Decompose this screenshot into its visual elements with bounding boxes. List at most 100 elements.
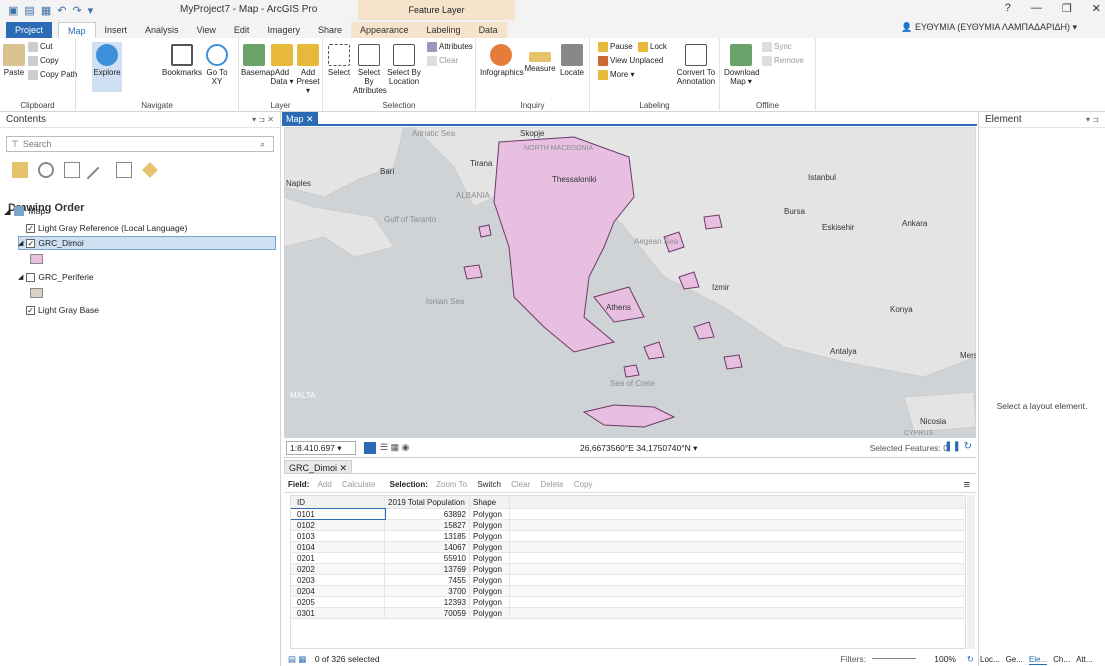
tab-insert[interactable]: Insert — [96, 22, 137, 38]
tab-geoprocessing[interactable]: Ge... — [1006, 655, 1023, 665]
convert-to-annotation-button[interactable]: Convert To Annotation — [674, 44, 718, 86]
navigation-tools-icon[interactable]: ☰ ▦ ◉ — [380, 442, 409, 453]
expand-icon[interactable]: ◢ — [18, 239, 23, 247]
user-account[interactable]: 👤 ΕΥΘΥΜΙΑ (ΕΥΘΥΜΙΑ ΛΑΜΠΑΔΑΡΙΔΗ) ▾ — [901, 22, 1077, 33]
cell-id[interactable]: 0201 — [291, 553, 385, 563]
table-zoom-level[interactable]: 100% — [934, 652, 956, 666]
remove-button[interactable]: Remove — [762, 56, 804, 66]
goto-xy-button[interactable]: Go To XY — [202, 44, 232, 86]
layer-checkbox[interactable]: ✓ — [26, 305, 35, 315]
periferie-symbol[interactable] — [30, 288, 43, 298]
table-row[interactable]: 0201 55910 Polygon — [291, 553, 965, 564]
drawing-order-icon[interactable] — [12, 162, 28, 178]
attribute-table-tab[interactable]: GRC_Dimoi ✕ — [284, 460, 353, 474]
column-header-shape[interactable]: Shape — [470, 496, 510, 508]
cell-shape[interactable]: Polygon — [470, 608, 510, 618]
map-view[interactable]: Adriatic Sea Skopje NORTH MACEDONIA Tira… — [284, 127, 976, 438]
copy-rows-button[interactable]: Copy — [574, 480, 593, 489]
copy-path-button[interactable]: Copy Path — [28, 70, 77, 80]
expand-icon[interactable]: ◢ — [18, 273, 23, 281]
expand-icon[interactable]: ◢ — [4, 206, 11, 217]
tab-chart[interactable]: Ch... — [1053, 655, 1070, 665]
layer-checkbox[interactable]: ✓ — [26, 223, 35, 233]
cell-population[interactable]: 63892 — [385, 509, 470, 519]
selected-features-count[interactable]: Selected Features: 0 — [870, 441, 948, 455]
column-header-population[interactable]: 2019 Total Population — [385, 496, 470, 508]
table-row[interactable]: 0203 7455 Polygon — [291, 575, 965, 586]
table-row[interactable]: 0205 12393 Polygon — [291, 597, 965, 608]
cell-population[interactable]: 7455 — [385, 575, 470, 585]
tab-view[interactable]: View — [188, 22, 225, 38]
table-row[interactable]: 0102 15827 Polygon — [291, 520, 965, 531]
cell-id[interactable]: 0104 — [291, 542, 385, 552]
layer-checkbox[interactable]: ✓ — [26, 238, 36, 248]
clear-selection-button[interactable]: Clear — [427, 56, 458, 66]
download-map-button[interactable]: Download Map ▾ — [724, 44, 760, 86]
toc-layer-reference[interactable]: ✓ Light Gray Reference (Local Language) — [26, 221, 187, 235]
coordinate-readout[interactable]: 26,6673560°E 34,1750740°N ▾ — [580, 441, 697, 455]
tab-edit[interactable]: Edit — [225, 22, 259, 38]
contents-search-input[interactable]: ⊤ Search ⌕ — [6, 136, 274, 152]
help-icon[interactable]: ? — [1005, 2, 1011, 15]
select-by-location-button[interactable]: Select By Location — [387, 44, 421, 86]
select-by-attributes-button[interactable]: Select By Attributes — [353, 44, 387, 95]
table-menu-icon[interactable]: ≡ — [964, 477, 970, 493]
search-icon[interactable]: ⌕ — [260, 139, 265, 150]
tab-data[interactable]: Data — [469, 22, 507, 38]
pause-refresh-icon[interactable]: ❚❚ ↻ — [944, 441, 972, 452]
basemap-button[interactable]: Basemap — [241, 44, 275, 77]
toc-layer-dimoi[interactable]: ◢ ✓ GRC_Dimoi — [18, 236, 84, 250]
pause-labeling-button[interactable]: Pause — [598, 42, 633, 52]
cut-button[interactable]: Cut — [28, 42, 52, 52]
calculate-field-button[interactable]: Calculate — [342, 480, 375, 489]
redo-icon[interactable]: ↷ — [72, 4, 81, 17]
table-row[interactable]: 0204 3700 Polygon — [291, 586, 965, 597]
paste-button[interactable]: Paste — [3, 44, 25, 77]
table-row[interactable]: 0202 13769 Polygon — [291, 564, 965, 575]
tab-appearance[interactable]: Appearance — [350, 22, 418, 38]
new-project-icon[interactable]: ▣ — [8, 4, 18, 17]
select-button[interactable]: Select — [327, 44, 351, 77]
cell-shape[interactable]: Polygon — [470, 564, 510, 574]
cell-population[interactable]: 13769 — [385, 564, 470, 574]
locate-button[interactable]: Locate — [558, 44, 586, 77]
table-row[interactable]: 0301 70059 Polygon — [291, 608, 965, 619]
map-view-tab[interactable]: Map ✕ — [282, 112, 318, 126]
selection-view-icon[interactable] — [64, 162, 80, 178]
labeling-icon[interactable] — [142, 162, 158, 178]
bookmarks-button[interactable]: Bookmarks — [162, 44, 202, 77]
add-preset-button[interactable]: Add Preset ▾ — [295, 44, 321, 95]
cell-shape[interactable]: Polygon — [470, 509, 510, 519]
table-row[interactable]: 0104 14067 Polygon — [291, 542, 965, 553]
table-row[interactable]: 0101 63892 Polygon — [291, 508, 965, 520]
more-labeling-button[interactable]: More ▾ — [598, 70, 634, 80]
restore-icon[interactable]: ❐ — [1062, 2, 1072, 15]
sync-button[interactable]: Sync — [762, 42, 792, 52]
tab-share[interactable]: Share — [309, 22, 351, 38]
view-unplaced-button[interactable]: View Unplaced — [598, 56, 663, 66]
cell-population[interactable]: 15827 — [385, 520, 470, 530]
open-project-icon[interactable]: ▤ — [24, 4, 34, 17]
save-icon[interactable]: ▦ — [41, 4, 51, 17]
close-icon[interactable]: ✕ — [1092, 2, 1101, 15]
cell-population[interactable]: 12393 — [385, 597, 470, 607]
cell-id[interactable]: 0204 — [291, 586, 385, 596]
table-zoom-slider[interactable] — [872, 658, 916, 659]
pane-options-icon[interactable]: ▾ ⊐ — [1086, 112, 1099, 128]
cell-id[interactable]: 0301 — [291, 608, 385, 618]
delete-button[interactable]: Delete — [540, 480, 563, 489]
cell-population[interactable]: 70059 — [385, 608, 470, 618]
snapping-icon[interactable] — [116, 162, 132, 178]
toc-map[interactable]: ◢ Map — [4, 204, 45, 218]
lock-labeling-button[interactable]: Lock — [638, 42, 667, 52]
undo-icon[interactable]: ↶ — [57, 4, 66, 17]
tab-labeling[interactable]: Labeling — [417, 22, 470, 38]
pane-options-icon[interactable]: ▾ ⊐ ✕ — [252, 112, 274, 128]
switch-selection-button[interactable]: Switch — [477, 480, 501, 489]
tab-location[interactable]: Loc... — [980, 655, 1000, 665]
cell-shape[interactable]: Polygon — [470, 520, 510, 530]
cell-shape[interactable]: Polygon — [470, 575, 510, 585]
layer-checkbox[interactable] — [26, 272, 36, 282]
cell-shape[interactable]: Polygon — [470, 553, 510, 563]
copy-button[interactable]: Copy — [28, 56, 59, 66]
